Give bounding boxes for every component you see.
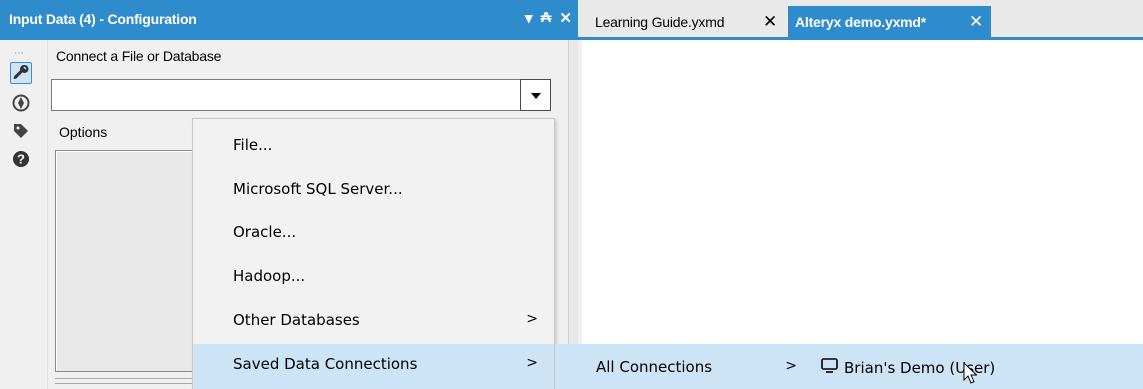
panel-title: Input Data (4) - Configuration [9,11,197,27]
menu-item-hadoop[interactable]: Hadoop... [193,256,554,296]
panel-menu-icon[interactable]: ▾ [525,9,533,27]
menu-item-label: Hadoop... [233,267,306,285]
target-icon[interactable] [10,92,32,114]
config-icon-strip: ⋯ ? [0,40,48,389]
menu-item-label: Saved Data Connections [233,355,418,373]
submenu-arrow-icon: > [526,311,538,327]
pin-icon[interactable]: ₳ [541,9,552,27]
grip-handle[interactable]: ⋯ [14,48,25,59]
panel-splitter[interactable] [568,40,578,389]
svg-text:?: ? [17,152,25,167]
menu-item-label: All Connections [596,358,713,376]
mouse-cursor-icon [963,361,978,389]
menu-item-all-connections[interactable]: All Connections > [556,347,819,387]
menu-item-label: File... [233,136,273,154]
menu-item-other-databases[interactable]: Other Databases > [193,300,554,340]
menu-item-sql-server[interactable]: Microsoft SQL Server... [193,169,554,209]
saved-connections-submenu: All Connections > [555,344,820,389]
panel-header: Input Data (4) - Configuration ▾ ₳ ✕ [0,0,578,40]
workflow-canvas[interactable] [582,40,1143,389]
panel-controls: ▾ ₳ ✕ [525,9,572,27]
options-box [55,150,200,372]
chevron-down-icon [530,86,541,104]
tab-label: Learning Guide.yxmd [595,13,725,30]
menu-item-label: Oracle... [233,223,297,241]
tag-icon[interactable] [10,120,32,142]
menu-item-oracle[interactable]: Oracle... [193,212,554,252]
menu-item-file[interactable]: File... [193,125,554,165]
submenu-arrow-icon: > [526,355,538,371]
wrench-icon[interactable] [10,62,32,84]
connect-dropdown-menu: File... Microsoft SQL Server... Oracle..… [192,118,555,389]
tab-label: Alteryx demo.yxmd* [795,13,927,30]
horizontal-scrollbar[interactable] [55,378,205,384]
options-label: Options [59,124,108,140]
menu-item-saved-data-connections[interactable]: Saved Data Connections > [193,344,554,389]
connect-dropdown-button[interactable] [520,79,551,111]
connect-input[interactable] [51,79,522,111]
tab-alteryx-demo[interactable]: Alteryx demo.yxmd* ✕ [788,6,991,37]
menu-item-label: Other Databases [233,311,360,329]
submenu-arrow-icon: > [785,358,797,374]
panel-close-icon[interactable]: ✕ [559,9,572,27]
menu-item-label: Microsoft SQL Server... [233,180,403,198]
monitor-icon [821,358,838,378]
tab-close-icon[interactable]: ✕ [763,12,777,32]
tab-learning-guide[interactable]: Learning Guide.yxmd ✕ [582,6,789,37]
help-icon[interactable]: ? [10,148,32,170]
tab-close-icon[interactable]: ✕ [969,12,983,32]
connect-label: Connect a File or Database [56,48,222,64]
